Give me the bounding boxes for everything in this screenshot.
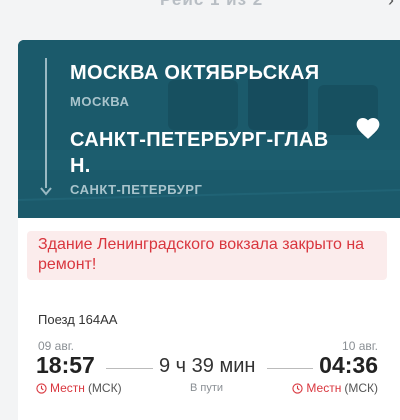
train-number: Поезд 164АА	[38, 312, 118, 327]
travel-duration-label: В пути	[190, 382, 224, 394]
chevron-right-icon[interactable]: ›	[388, 0, 394, 11]
route-line	[45, 58, 47, 188]
trip-counter: Рейс 1 из 2	[160, 0, 263, 10]
previous-section-header: Рейс 1 из 2 ›	[0, 0, 400, 12]
timezone-zone: (МСК)	[87, 381, 122, 395]
departure-date: 09 авг.	[38, 339, 74, 353]
departure-timezone: Местн (МСК)	[36, 381, 122, 395]
station-notice-text: Здание Ленинградского вокзала закрыто на…	[38, 236, 365, 273]
departure-station: МОСКВА ОКТЯБРЬСКАЯ	[70, 62, 320, 84]
arrival-city: САНКТ-ПЕТЕРБУРГ	[70, 182, 203, 197]
arrow-down-icon	[40, 187, 52, 196]
route-hero: МОСКВА ОКТЯБРЬСКАЯ МОСКВА САНКТ-ПЕТЕРБУР…	[18, 40, 400, 218]
travel-duration: 9 ч 39 мин	[159, 355, 256, 377]
timezone-zone: (МСК)	[344, 381, 378, 395]
arrival-time: 04:36	[319, 352, 378, 378]
arrival-timezone: Местн (МСК)	[292, 381, 378, 395]
clock-icon	[36, 382, 47, 394]
timezone-label: Местн	[306, 381, 342, 395]
station-notice: Здание Ленинградского вокзала закрыто на…	[27, 231, 387, 280]
arrival-date: 10 авг.	[342, 339, 378, 353]
duration-divider-right	[267, 368, 313, 369]
trip-card: МОСКВА ОКТЯБРЬСКАЯ МОСКВА САНКТ-ПЕТЕРБУР…	[18, 40, 400, 420]
timezone-label: Местн	[50, 381, 85, 395]
departure-city: МОСКВА	[70, 94, 130, 109]
arrival-station: САНКТ-ПЕТЕРБУРГ-ГЛАВН.	[70, 129, 329, 177]
duration-divider-left	[106, 368, 153, 369]
departure-time: 18:57	[36, 352, 95, 378]
favorite-heart-icon[interactable]	[355, 116, 381, 140]
clock-icon	[292, 382, 304, 394]
